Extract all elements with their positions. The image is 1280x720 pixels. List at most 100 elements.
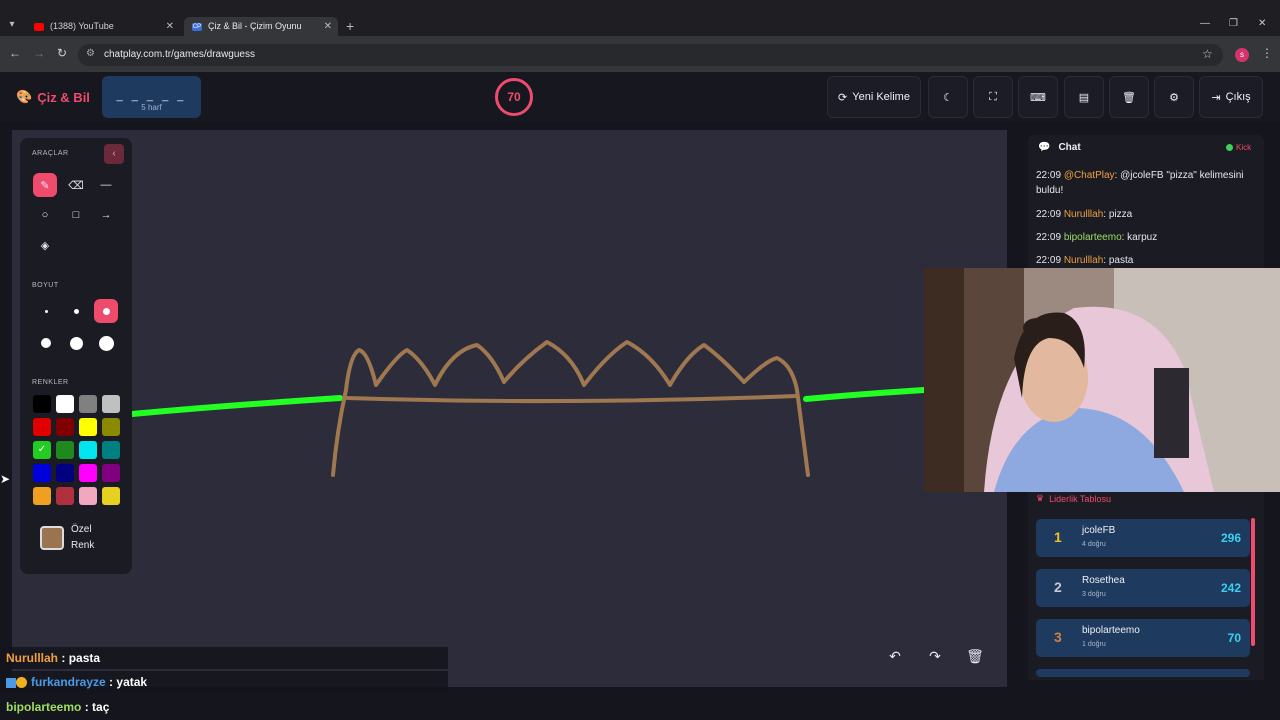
custom-color-picker[interactable] [40, 526, 64, 550]
archive-button[interactable]: ▤ [1064, 76, 1104, 118]
chat-user[interactable]: Nurulllah [1064, 255, 1103, 266]
youtube-icon [34, 22, 44, 31]
close-icon[interactable]: ✕ [324, 17, 332, 36]
overlay-chat-text: pasta [68, 651, 101, 665]
browser-menu-icon[interactable]: ⋮ [1261, 46, 1273, 60]
dark-mode-button[interactable]: ☾ [928, 76, 968, 118]
chat-user[interactable]: bipolarteemo [1064, 232, 1122, 243]
color-swatch[interactable] [33, 395, 51, 413]
chat-header: 💬 Chat [1038, 142, 1081, 153]
browser-tabstrip: ▾ (1388) YouTube ✕ CP Çiz & Bil - Çizim … [0, 0, 1280, 36]
new-word-button[interactable]: ⟳ Yeni Kelime [827, 76, 921, 118]
color-swatch[interactable] [56, 464, 74, 482]
color-swatch[interactable] [56, 441, 74, 459]
settings-button[interactable]: ⚙ [1154, 76, 1194, 118]
size-xs[interactable] [34, 299, 58, 323]
color-swatch[interactable] [56, 487, 74, 505]
word-hint-box: _ _ _ _ _ 5 harf [102, 76, 201, 118]
color-swatch[interactable]: ✓ [33, 441, 51, 459]
overlay-chat-line: bipolarteemo : taç [0, 696, 448, 718]
drawing-canvas[interactable] [12, 130, 1007, 687]
color-swatch[interactable] [79, 395, 97, 413]
overlay-chat-user: Nurulllah [6, 651, 59, 665]
overlay-chat-text: taç [92, 700, 110, 714]
color-swatch[interactable] [56, 418, 74, 436]
forward-icon[interactable]: → [33, 46, 45, 60]
fill-tool[interactable]: ◈ [33, 233, 57, 257]
tab-title: (1388) YouTube [50, 21, 114, 31]
eraser-tool[interactable]: ⌫ [64, 173, 88, 197]
app-logo[interactable]: 🎨 Çiz & Bil [16, 89, 90, 105]
tab-drawguess[interactable]: CP Çiz & Bil - Çizim Oyunu ✕ [184, 17, 338, 36]
undo-button[interactable]: ↶ [881, 642, 909, 670]
chat-user[interactable]: @ChatPlay [1064, 170, 1115, 181]
color-swatch[interactable] [33, 418, 51, 436]
profile-avatar[interactable]: s [1235, 48, 1249, 62]
collapse-panel-button[interactable]: ‹ [104, 144, 124, 164]
overlay-chat-separator: : [61, 651, 66, 665]
brush-tool[interactable]: ✎ [33, 173, 57, 197]
restore-icon[interactable]: ❐ [1229, 18, 1238, 29]
redo-button[interactable]: ↷ [921, 642, 949, 670]
size-l[interactable] [34, 331, 58, 355]
leaderboard-name: jcoleFB [1082, 525, 1116, 536]
back-icon[interactable]: ← [9, 46, 21, 60]
size-s[interactable] [64, 299, 88, 323]
tab-youtube[interactable]: (1388) YouTube ✕ [26, 17, 180, 36]
chat-message: 22:09 @ChatPlay: @jcoleFB "pizza" kelime… [1036, 168, 1258, 198]
leaderboard-score: 242 [1220, 581, 1241, 595]
webcam-overlay [924, 268, 1280, 492]
color-swatch[interactable] [33, 487, 51, 505]
color-swatch[interactable] [33, 464, 51, 482]
close-window-icon[interactable]: ✕ [1258, 18, 1266, 29]
overlay-chat-separator: : [109, 675, 114, 689]
gear-icon: ⚙ [1169, 91, 1179, 104]
color-swatch[interactable] [79, 487, 97, 505]
bookmark-star-icon[interactable]: ☆ [1202, 47, 1213, 61]
color-swatch[interactable] [79, 418, 97, 436]
chat-time: 22:09 [1036, 209, 1062, 220]
leaderboard-title: Liderlik Tablosu [1049, 493, 1111, 504]
keyboard-button[interactable]: ⌨ [1018, 76, 1058, 118]
arrow-tool[interactable]: → [94, 203, 118, 227]
color-swatch[interactable] [102, 464, 120, 482]
exit-button[interactable]: ⇥ Çıkış [1199, 76, 1263, 118]
leaderboard-correct: 3 doğru [1082, 591, 1106, 598]
line-tool[interactable]: — [94, 173, 118, 197]
chat-time: 22:09 [1036, 170, 1062, 181]
round-timer: 70 [495, 78, 533, 116]
chat-text: : pizza [1103, 209, 1133, 220]
reload-icon[interactable]: ↻ [57, 46, 67, 60]
delete-button[interactable]: 🗑 [1109, 76, 1149, 118]
chat-message: 22:09 Nurulllah: pasta [1036, 253, 1258, 268]
size-xl[interactable] [64, 331, 88, 355]
new-tab-button[interactable]: + [346, 18, 354, 34]
tab-search-icon[interactable]: ▾ [4, 17, 20, 33]
color-swatch[interactable] [102, 441, 120, 459]
url-text[interactable]: chatplay.com.tr/games/drawguess [104, 49, 255, 60]
refresh-icon: ⟳ [838, 91, 848, 104]
leaderboard-scrollbar[interactable] [1251, 518, 1255, 646]
brown-bridge-arches [331, 340, 810, 477]
leaderboard-row: 2 Rosethea 3 doğru 242 [1036, 569, 1250, 607]
clear-canvas-button[interactable]: 🗑 [961, 642, 989, 670]
color-swatch[interactable] [102, 395, 120, 413]
size-xxl[interactable] [94, 331, 118, 355]
leaderboard-name: bipolarteemo [1082, 625, 1140, 636]
status-dot-icon [1226, 144, 1233, 151]
size-m[interactable] [94, 299, 118, 323]
color-swatch[interactable] [79, 464, 97, 482]
chat-user[interactable]: Nurulllah [1064, 209, 1103, 220]
color-swatch[interactable] [102, 418, 120, 436]
site-info-icon[interactable]: ⚙ [86, 48, 95, 59]
circle-tool[interactable]: ○ [33, 203, 57, 227]
minimize-icon[interactable]: — [1200, 18, 1210, 29]
color-swatch[interactable] [56, 395, 74, 413]
leaderboard-row-partial [1036, 669, 1250, 677]
undo-icon: ↶ [889, 648, 901, 664]
rectangle-tool[interactable]: □ [64, 203, 88, 227]
color-swatch[interactable] [79, 441, 97, 459]
close-icon[interactable]: ✕ [166, 17, 174, 36]
fullscreen-button[interactable]: ⛶ [973, 76, 1013, 118]
color-swatch[interactable] [102, 487, 120, 505]
